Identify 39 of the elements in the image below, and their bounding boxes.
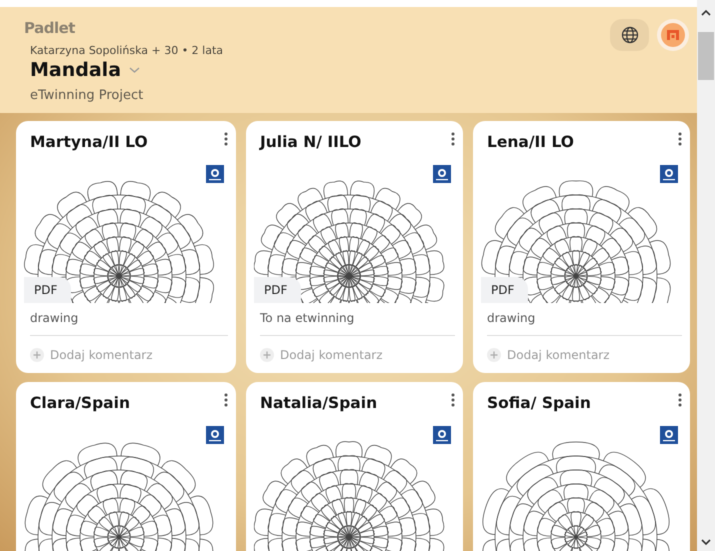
post-title: Lena/II LO	[487, 132, 574, 154]
post-caption: drawing	[487, 308, 682, 336]
more-options-icon[interactable]	[224, 132, 228, 146]
scroll-down-icon[interactable]	[700, 537, 712, 547]
more-options-icon[interactable]	[451, 132, 455, 146]
scrollbar[interactable]	[697, 0, 715, 551]
more-options-icon[interactable]	[678, 393, 682, 408]
more-options-icon[interactable]	[451, 393, 455, 408]
logo[interactable]: Padlet	[24, 17, 224, 40]
globe-button[interactable]	[610, 19, 649, 51]
post-title: Sofia/ Spain	[487, 393, 591, 414]
more-options-icon[interactable]	[224, 393, 228, 408]
post-caption: To na etwinning	[260, 308, 455, 336]
file-type-label: PDF	[254, 276, 302, 303]
globe-icon	[620, 26, 638, 44]
scroll-up-icon[interactable]	[700, 8, 712, 18]
post-title: Natalia/Spain	[260, 393, 378, 414]
post-title: Julia N/ IILO	[260, 132, 362, 154]
post-caption: drawing	[30, 308, 228, 336]
board-title: Mandala	[30, 59, 122, 82]
post-title: Martyna/II LO	[30, 132, 148, 154]
post-title: Clara/Spain	[30, 393, 130, 414]
scrollbar-thumb[interactable]	[698, 32, 714, 80]
add-comment-link[interactable]: Dodaj komentarz	[507, 346, 610, 364]
brand-logo-icon	[660, 426, 678, 444]
file-type-label: PDF	[24, 276, 72, 303]
avatar-button[interactable]	[657, 19, 689, 51]
author-byline: Katarzyna Sopolińska + 30 • 2 lata	[30, 42, 224, 58]
file-type-label: PDF	[481, 276, 528, 303]
brand-logo-icon	[660, 164, 678, 183]
add-comment-link[interactable]: Dodaj komentarz	[280, 346, 383, 364]
brand-logo-icon	[433, 164, 451, 183]
more-options-icon[interactable]	[678, 132, 682, 146]
brand-logo-icon	[206, 164, 224, 183]
brand-logo-icon	[433, 426, 451, 444]
add-comment-link[interactable]: Dodaj komentarz	[50, 346, 153, 364]
avatar-icon	[661, 23, 685, 47]
board-description: eTwinning Project	[30, 86, 144, 105]
brand-logo-icon	[206, 426, 224, 444]
